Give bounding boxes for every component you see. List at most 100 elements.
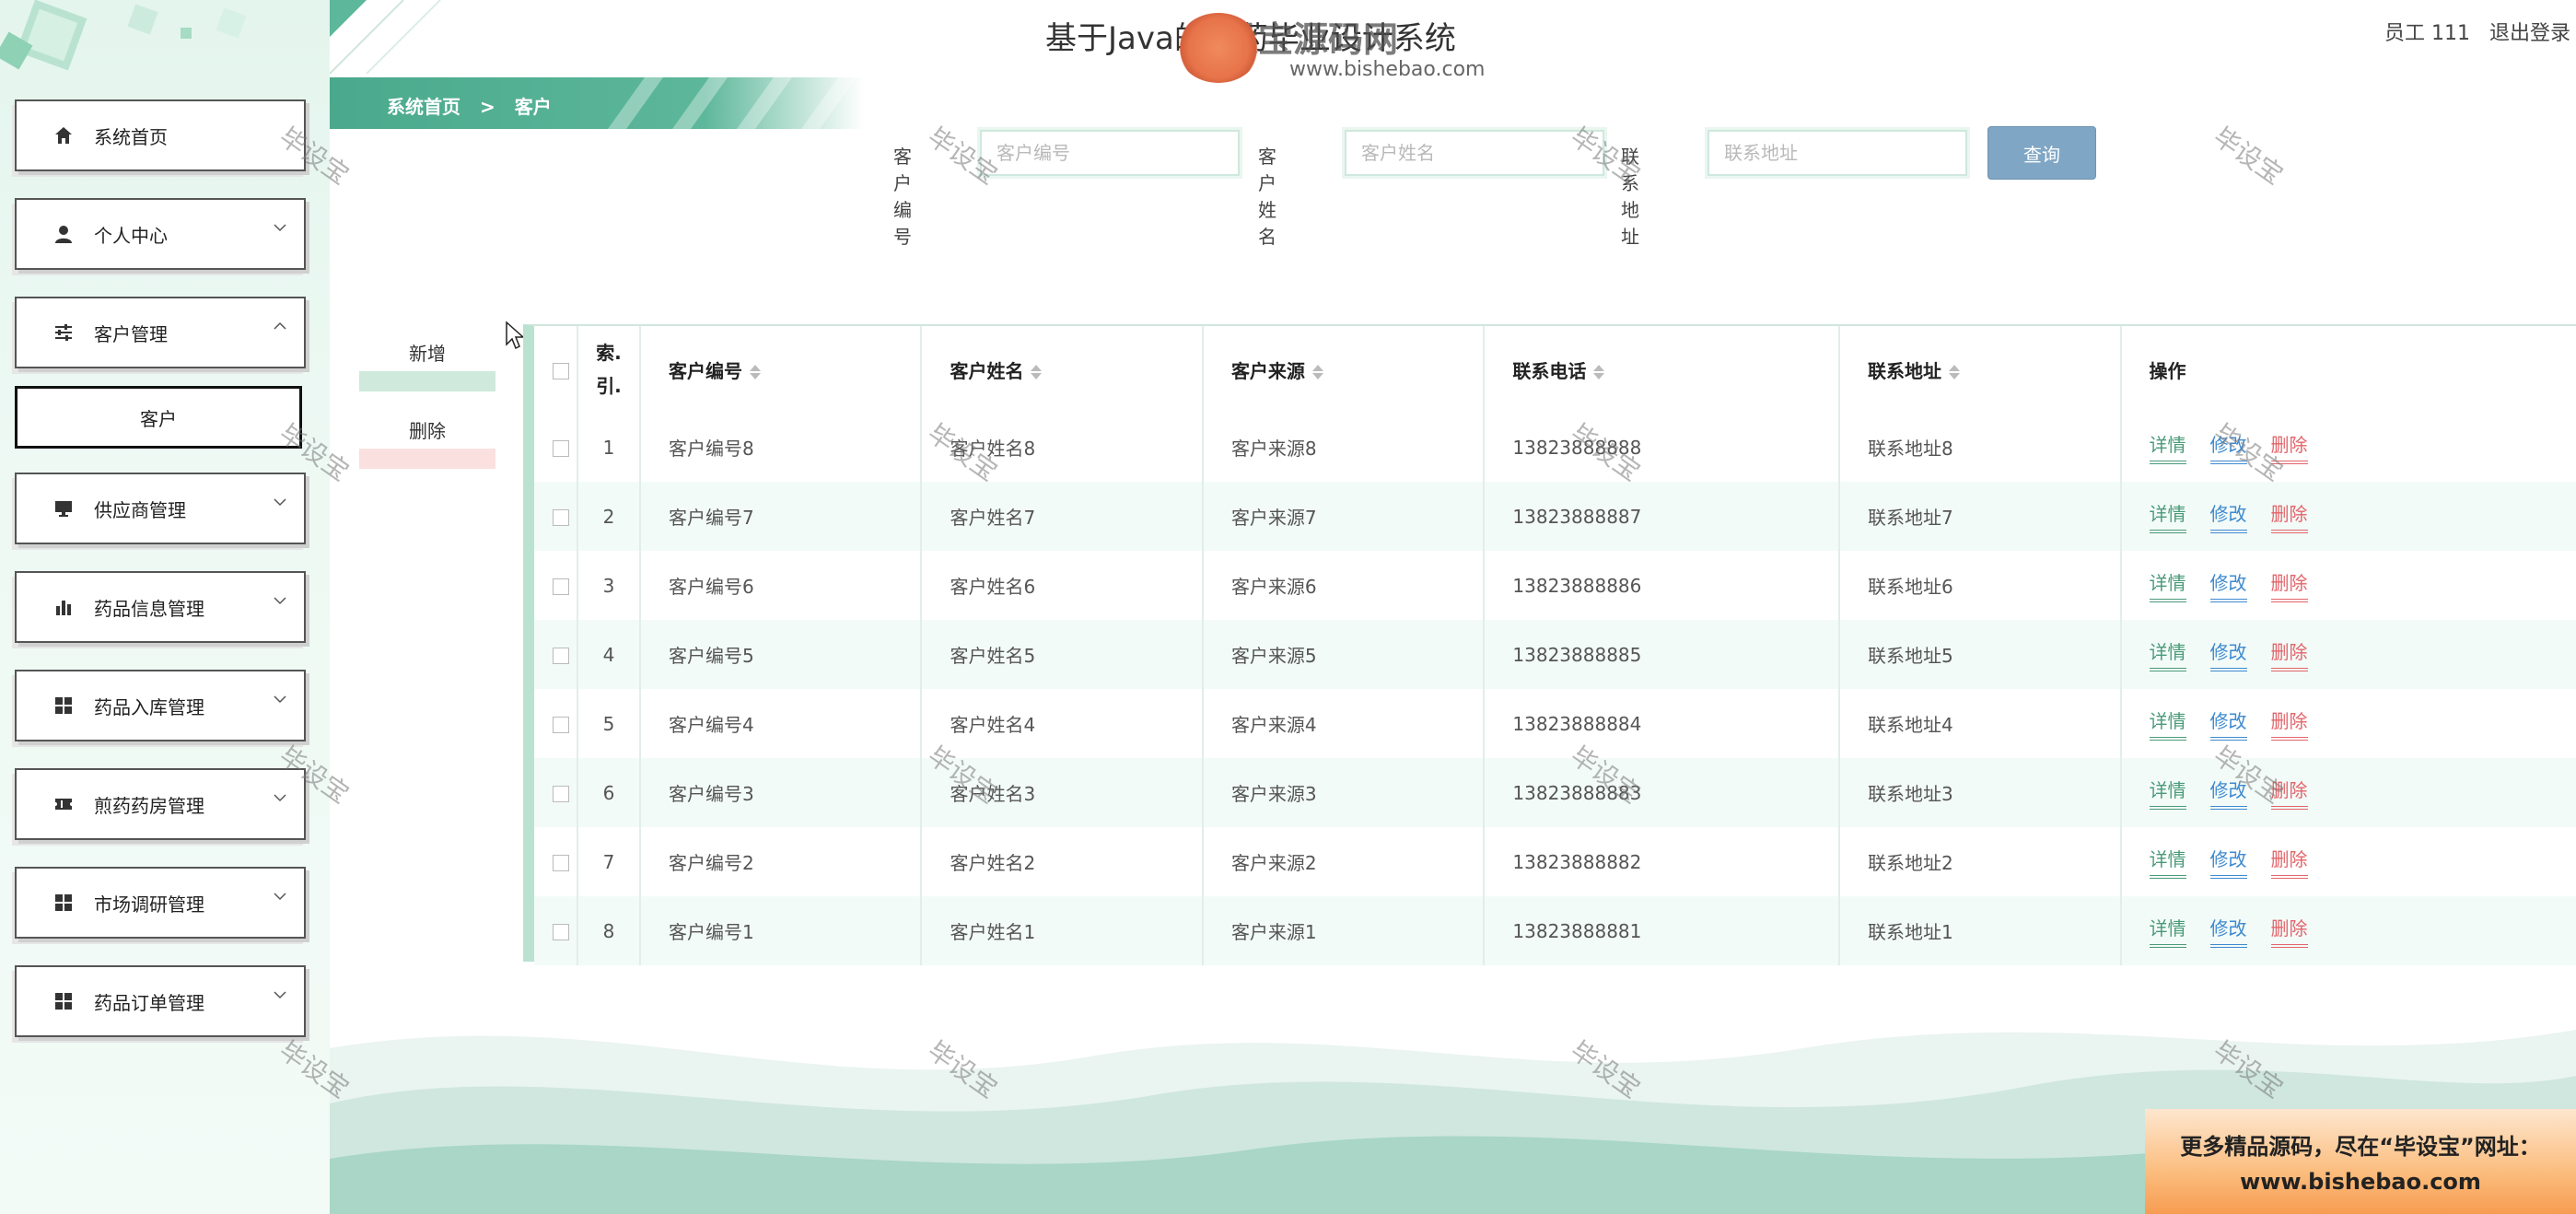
select-all-cell bbox=[534, 326, 578, 413]
row-source: 客户来源4 bbox=[1202, 689, 1486, 758]
detail-button[interactable]: 详情 bbox=[2149, 568, 2186, 602]
watermark-logo: 毕设宝源码网 www.bishebao.com bbox=[1177, 11, 1485, 83]
search-button[interactable]: 查询 bbox=[1987, 126, 2096, 180]
header-source-label: 客户来源 bbox=[1230, 359, 1305, 382]
row-checkbox[interactable] bbox=[553, 924, 569, 940]
row-checkbox[interactable] bbox=[553, 509, 569, 526]
row-checkbox[interactable] bbox=[553, 717, 569, 733]
header-name-label: 客户姓名 bbox=[950, 359, 1024, 382]
breadcrumb-current: 客户 bbox=[514, 96, 552, 118]
detail-button[interactable]: 详情 bbox=[2149, 637, 2186, 671]
sidebar: 系统首页个人中心客户管理客户供应商管理药品信息管理 药品入库管理 煎药药房管理 市场调… bbox=[0, 0, 330, 1214]
delete-button[interactable]: 删除 bbox=[2270, 499, 2308, 533]
batch-delete-bar bbox=[359, 449, 495, 469]
chevron-down-icon bbox=[273, 593, 287, 608]
row-name: 客户姓名4 bbox=[921, 689, 1204, 758]
row-phone: 13823888885 bbox=[1484, 620, 1841, 689]
sidebar-item-5[interactable]: 药品入库管理 bbox=[15, 670, 306, 741]
delete-button[interactable]: 删除 bbox=[2270, 430, 2308, 464]
delete-button[interactable]: 删除 bbox=[2270, 845, 2308, 879]
sidebar-item-label: 药品入库管理 bbox=[94, 695, 204, 718]
address-input[interactable] bbox=[1708, 130, 1967, 176]
batch-delete-button[interactable]: 删除 bbox=[359, 416, 495, 469]
header-name[interactable]: 客户姓名 bbox=[921, 326, 1204, 413]
sidebar-item-label: 药品信息管理 bbox=[94, 597, 204, 620]
sidebar-item-8[interactable]: 药品订单管理 bbox=[15, 965, 306, 1037]
edit-button[interactable]: 修改 bbox=[2209, 499, 2247, 533]
row-phone: 13823888886 bbox=[1484, 551, 1841, 620]
sidebar-item-4[interactable]: 药品信息管理 bbox=[15, 571, 306, 643]
row-checkbox[interactable] bbox=[553, 786, 569, 802]
sort-icon[interactable] bbox=[1031, 363, 1043, 381]
delete-button[interactable]: 删除 bbox=[2270, 914, 2308, 948]
sidebar-subitem-customer[interactable]: 客户 bbox=[15, 386, 302, 449]
edit-button[interactable]: 修改 bbox=[2209, 706, 2247, 741]
edit-button[interactable]: 修改 bbox=[2209, 914, 2247, 948]
row-index: 8 bbox=[577, 896, 641, 965]
header-phone[interactable]: 联系电话 bbox=[1484, 326, 1841, 413]
delete-button[interactable]: 删除 bbox=[2270, 568, 2308, 602]
detail-button[interactable]: 详情 bbox=[2149, 914, 2186, 948]
chevron-down-icon bbox=[273, 889, 287, 904]
sidebar-item-2[interactable]: 客户管理 bbox=[15, 297, 306, 368]
detail-button[interactable]: 详情 bbox=[2149, 845, 2186, 879]
row-checkbox[interactable] bbox=[553, 855, 569, 871]
add-button[interactable]: 新增 bbox=[359, 339, 495, 391]
row-source: 客户来源3 bbox=[1202, 758, 1486, 827]
edit-button[interactable]: 修改 bbox=[2209, 845, 2247, 879]
header-source[interactable]: 客户来源 bbox=[1202, 326, 1486, 413]
delete-button[interactable]: 删除 bbox=[2270, 637, 2308, 671]
detail-button[interactable]: 详情 bbox=[2149, 776, 2186, 810]
edit-button[interactable]: 修改 bbox=[2209, 430, 2247, 464]
row-name: 客户姓名8 bbox=[921, 413, 1204, 482]
detail-button[interactable]: 详情 bbox=[2149, 499, 2186, 533]
chevron-up-icon bbox=[273, 319, 287, 333]
chevron-down-icon bbox=[273, 987, 287, 1002]
edit-button[interactable]: 修改 bbox=[2209, 637, 2247, 671]
sidebar-item-0[interactable]: 系统首页 bbox=[15, 99, 306, 171]
sidebar-item-6[interactable]: 煎药药房管理 bbox=[15, 768, 306, 840]
sort-icon[interactable] bbox=[1311, 363, 1323, 381]
delete-button[interactable]: 删除 bbox=[2270, 776, 2308, 810]
sidebar-item-label: 市场调研管理 bbox=[94, 893, 204, 916]
promo-line2: www.bishebao.com bbox=[2240, 1169, 2481, 1195]
customer-code-input[interactable] bbox=[980, 130, 1240, 176]
customer-name-input[interactable] bbox=[1345, 130, 1604, 176]
sidebar-item-label: 煎药药房管理 bbox=[94, 794, 204, 817]
header-code[interactable]: 客户编号 bbox=[640, 326, 923, 413]
breadcrumb-home[interactable]: 系统首页 bbox=[387, 96, 460, 118]
sidebar-item-label: 系统首页 bbox=[94, 125, 168, 148]
row-ops: 详情 修改 删除 bbox=[2120, 482, 2576, 551]
sort-icon[interactable] bbox=[1593, 363, 1605, 381]
sort-icon[interactable] bbox=[1949, 363, 1961, 381]
row-ops: 详情 修改 删除 bbox=[2120, 896, 2576, 965]
sort-icon[interactable] bbox=[750, 363, 761, 381]
row-code: 客户编号7 bbox=[640, 482, 923, 551]
row-address: 联系地址7 bbox=[1839, 482, 2122, 551]
delete-button[interactable]: 删除 bbox=[2270, 706, 2308, 741]
sidebar-item-1[interactable]: 个人中心 bbox=[15, 198, 306, 270]
row-checkbox[interactable] bbox=[553, 440, 569, 457]
row-name: 客户姓名6 bbox=[921, 551, 1204, 620]
edit-button[interactable]: 修改 bbox=[2209, 568, 2247, 602]
sidebar-item-3[interactable]: 供应商管理 bbox=[15, 473, 306, 544]
row-checkbox[interactable] bbox=[553, 648, 569, 664]
user-icon bbox=[52, 222, 76, 246]
logout-link[interactable]: 退出登录 bbox=[2489, 22, 2570, 45]
row-select-cell bbox=[534, 827, 578, 896]
row-checkbox[interactable] bbox=[553, 578, 569, 595]
detail-button[interactable]: 详情 bbox=[2149, 430, 2186, 464]
header-address[interactable]: 联系地址 bbox=[1839, 326, 2122, 413]
select-all-checkbox[interactable] bbox=[553, 362, 569, 379]
breadcrumb-separator: > bbox=[479, 96, 495, 118]
row-name: 客户姓名2 bbox=[921, 827, 1204, 896]
row-index: 2 bbox=[577, 482, 641, 551]
sidebar-item-7[interactable]: 市场调研管理 bbox=[15, 867, 306, 939]
promo-line1: 更多精品源码，尽在“毕设宝”网址： bbox=[2180, 1134, 2541, 1160]
row-select-cell bbox=[534, 413, 578, 482]
edit-button[interactable]: 修改 bbox=[2209, 776, 2247, 810]
watermark-logo-icon bbox=[1177, 13, 1260, 83]
row-index: 4 bbox=[577, 620, 641, 689]
row-source: 客户来源5 bbox=[1202, 620, 1486, 689]
detail-button[interactable]: 详情 bbox=[2149, 706, 2186, 741]
